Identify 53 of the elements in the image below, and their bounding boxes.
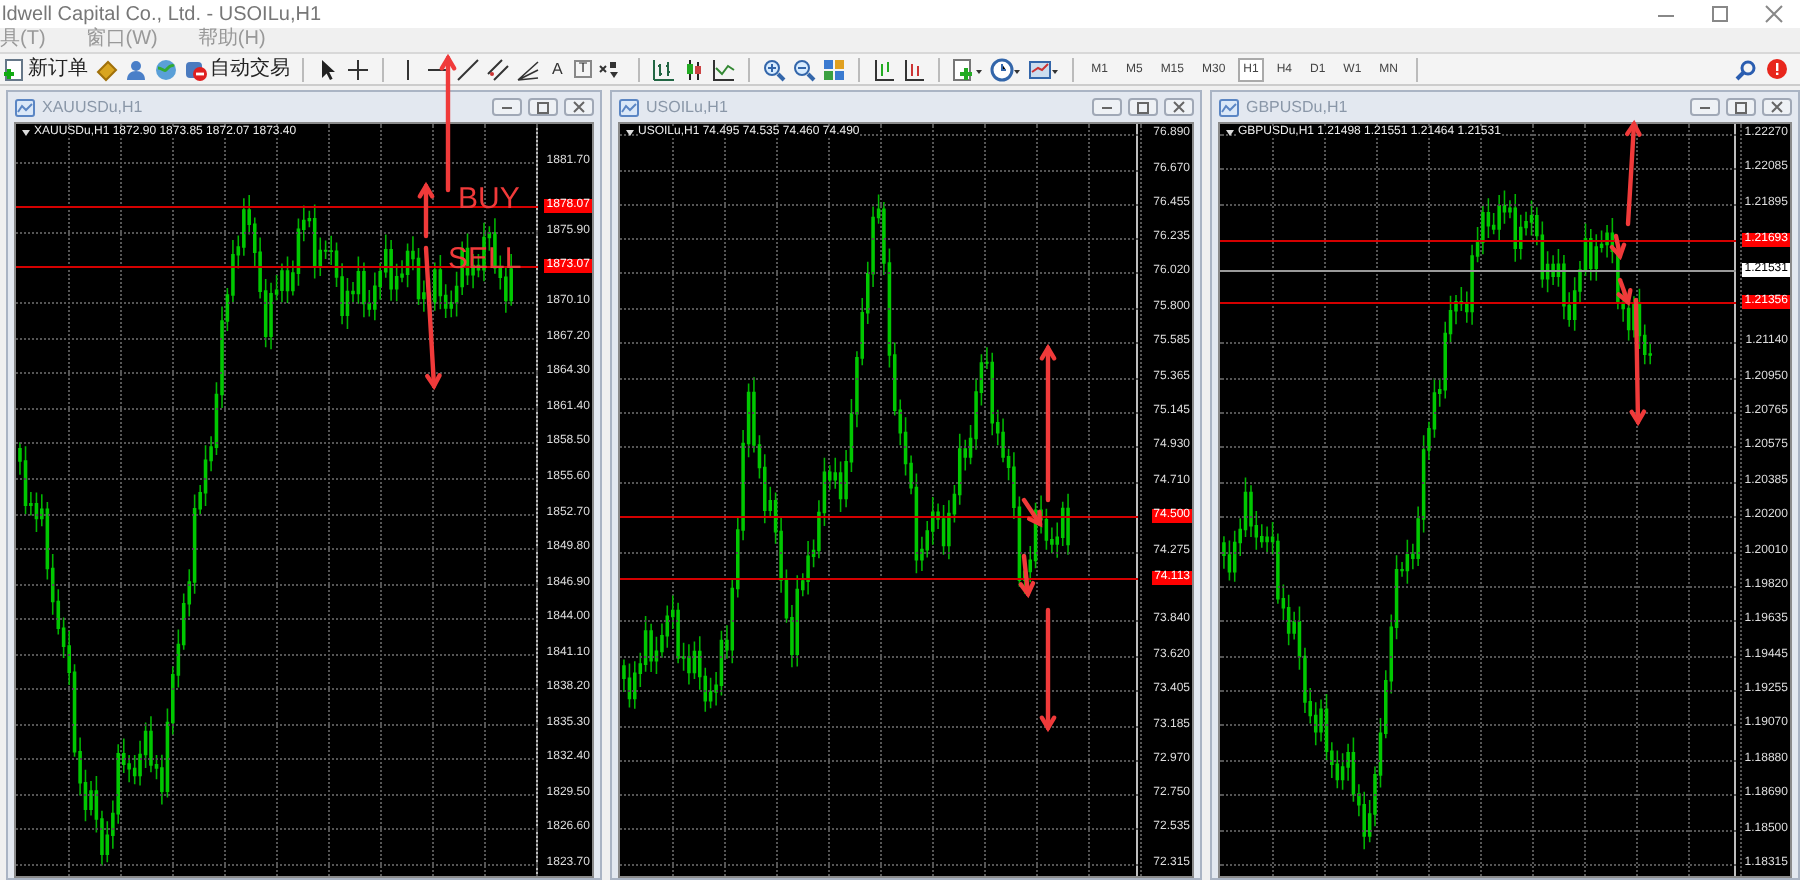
globe-icon[interactable] [154,57,178,81]
fan-icon[interactable] [516,57,540,81]
maximize-button[interactable] [528,98,558,116]
crosshair-icon[interactable] [346,57,370,81]
person-icon[interactable] [124,57,148,81]
close-button[interactable] [564,98,594,116]
arrow-drawing [417,181,435,239]
cursor-icon[interactable] [316,57,340,81]
arrow-drawing [1039,607,1057,733]
maximize-icon [1134,100,1152,114]
window-title: ldwell Capital Co., Ltd. - USOILu,H1 [2,3,322,25]
close-button[interactable] [1164,98,1194,116]
text-tool[interactable]: A [546,60,569,78]
arrow-drawing [439,53,457,193]
new-order-button[interactable]: 新订单 [2,57,88,81]
zoom-out-icon[interactable] [791,57,816,81]
minimize-button[interactable] [1690,98,1720,116]
trendline-icon[interactable] [456,57,480,81]
minimize-button[interactable] [1092,98,1122,116]
line-chart-icon[interactable] [711,57,736,81]
notification-icon[interactable] [1764,57,1790,81]
arrow-drawing [1609,233,1627,261]
tile-windows-icon[interactable] [821,57,846,81]
close-icon[interactable] [1764,4,1784,24]
arrow-drawing [1625,119,1642,227]
zoom-in-icon[interactable] [761,57,786,81]
channel-icon[interactable] [486,57,510,81]
add-indicator-icon[interactable] [951,57,984,81]
maximize-button[interactable] [1726,98,1756,116]
close-button[interactable] [1762,98,1792,116]
maximize-icon [1732,100,1750,114]
minimize-button[interactable] [492,98,522,116]
auto-trading-button[interactable]: 自动交易 [184,57,290,81]
close-icon [1170,100,1188,114]
clock-icon[interactable] [989,57,1022,81]
template-icon[interactable] [1027,57,1060,81]
chart-window-title: XAUUSDu,H1 [42,98,143,116]
maximize-icon[interactable] [1710,4,1730,24]
autoscroll-icon[interactable] [871,57,896,81]
chart-window-title: GBPUSDu,H1 [1246,98,1348,116]
close-icon [570,100,588,114]
arrow-drawing [1018,553,1036,599]
maximize-icon [534,100,552,114]
chart-window-icon [618,96,640,118]
chart-window-icon [14,96,36,118]
chart-window-icon [1218,96,1240,118]
chart-shift-icon[interactable] [901,57,926,81]
chart-window-title: USOILu,H1 [646,98,728,116]
maximize-button[interactable] [1128,98,1158,116]
candlestick-icon[interactable] [681,57,706,81]
close-icon [1768,100,1786,114]
search-icon[interactable] [1734,57,1758,81]
bar-chart-icon[interactable] [651,57,676,81]
